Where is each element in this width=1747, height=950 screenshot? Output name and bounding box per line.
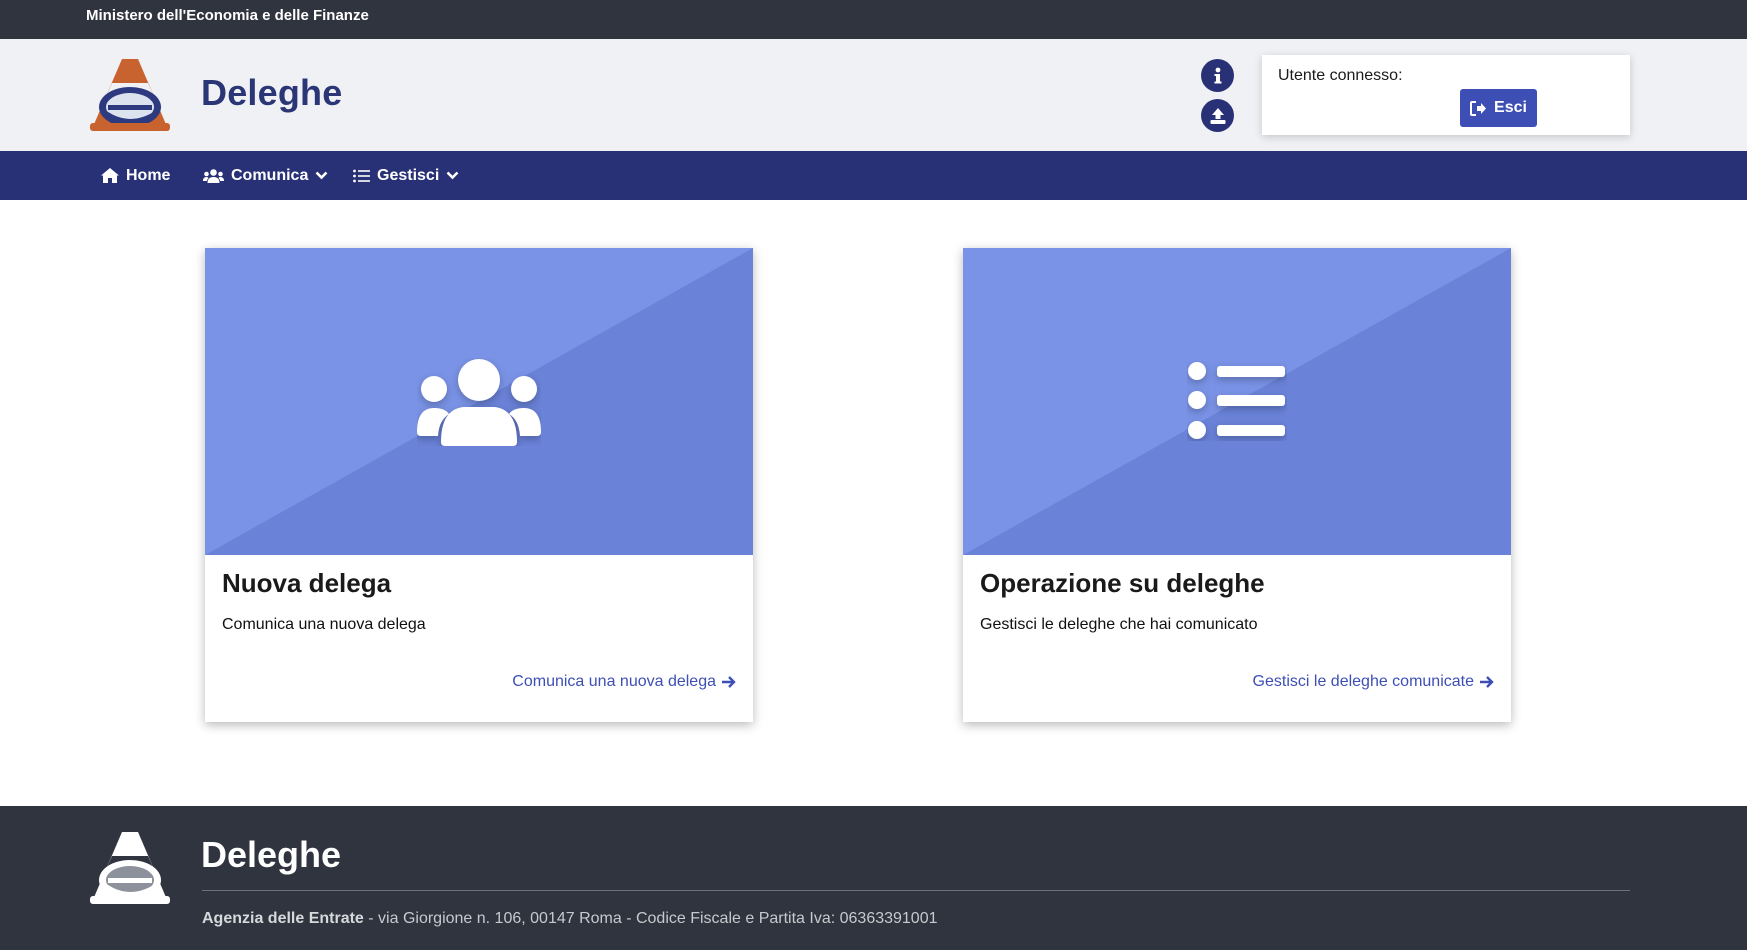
upload-button[interactable] — [1201, 99, 1234, 132]
arrow-right-icon — [1480, 676, 1494, 688]
nav-comunica-label: Comunica — [231, 166, 309, 184]
nav-gestisci-label: Gestisci — [377, 166, 440, 184]
upload-icon — [1210, 107, 1225, 124]
footer-org: Agenzia delle Entrate — [202, 910, 364, 927]
app-title: Deleghe — [201, 72, 343, 113]
card-link[interactable]: Comunica una nuova delega — [512, 673, 736, 691]
users-icon — [417, 359, 541, 446]
card-link-label: Gestisci le deleghe comunicate — [1252, 673, 1474, 690]
header: Deleghe Utente connesso: Esci — [0, 39, 1747, 151]
card-title: Nuova delega — [222, 568, 392, 598]
footer-divider — [202, 890, 1630, 891]
chevron-down-icon — [446, 171, 459, 180]
footer-address: Agenzia delle Entrate - via Giorgione n.… — [202, 910, 938, 928]
ministry-bar: Ministero dell'Economia e delle Finanze — [0, 0, 1747, 39]
card-image — [963, 248, 1511, 555]
logout-label: Esci — [1494, 99, 1527, 116]
nav-gestisci[interactable]: Gestisci — [353, 151, 459, 200]
nav-comunica[interactable]: Comunica — [203, 151, 328, 200]
info-button[interactable] — [1201, 59, 1234, 92]
footer: Deleghe Agenzia delle Entrate - via Gior… — [0, 806, 1747, 950]
card-image — [205, 248, 753, 555]
home-icon — [101, 168, 119, 183]
user-panel: Utente connesso: Esci — [1262, 55, 1630, 135]
logout-button[interactable]: Esci — [1460, 89, 1537, 127]
card-link[interactable]: Gestisci le deleghe comunicate — [1253, 673, 1494, 691]
arrow-right-icon — [722, 676, 736, 688]
agenzia-entrate-logo[interactable] — [86, 828, 174, 906]
info-icon — [1214, 67, 1221, 83]
chevron-down-icon — [315, 171, 328, 180]
card-description: Gestisci le deleghe che hai comunicato — [980, 616, 1258, 633]
sign-out-icon — [1470, 100, 1487, 116]
users-icon — [203, 168, 224, 183]
card-link-label: Comunica una nuova delega — [512, 673, 716, 690]
card-title: Operazione su deleghe — [980, 568, 1265, 598]
card-operazione-deleghe: Operazione su deleghe Gestisci le delegh… — [963, 248, 1511, 722]
nav-home[interactable]: Home — [101, 151, 170, 200]
card-description: Comunica una nuova delega — [222, 616, 426, 633]
list-icon — [1188, 362, 1285, 439]
main-nav: Home Comunica Gestisci — [0, 151, 1747, 200]
user-label: Utente connesso: — [1278, 67, 1403, 84]
ministry-name[interactable]: Ministero dell'Economia e delle Finanze — [86, 7, 369, 24]
list-icon — [353, 169, 370, 182]
footer-title: Deleghe — [201, 834, 342, 875]
nav-home-label: Home — [126, 166, 171, 184]
card-nuova-delega: Nuova delega Comunica una nuova delega C… — [205, 248, 753, 722]
agenzia-entrate-logo[interactable] — [86, 55, 174, 133]
footer-address-text: - via Giorgione n. 106, 00147 Roma - Cod… — [363, 910, 938, 927]
